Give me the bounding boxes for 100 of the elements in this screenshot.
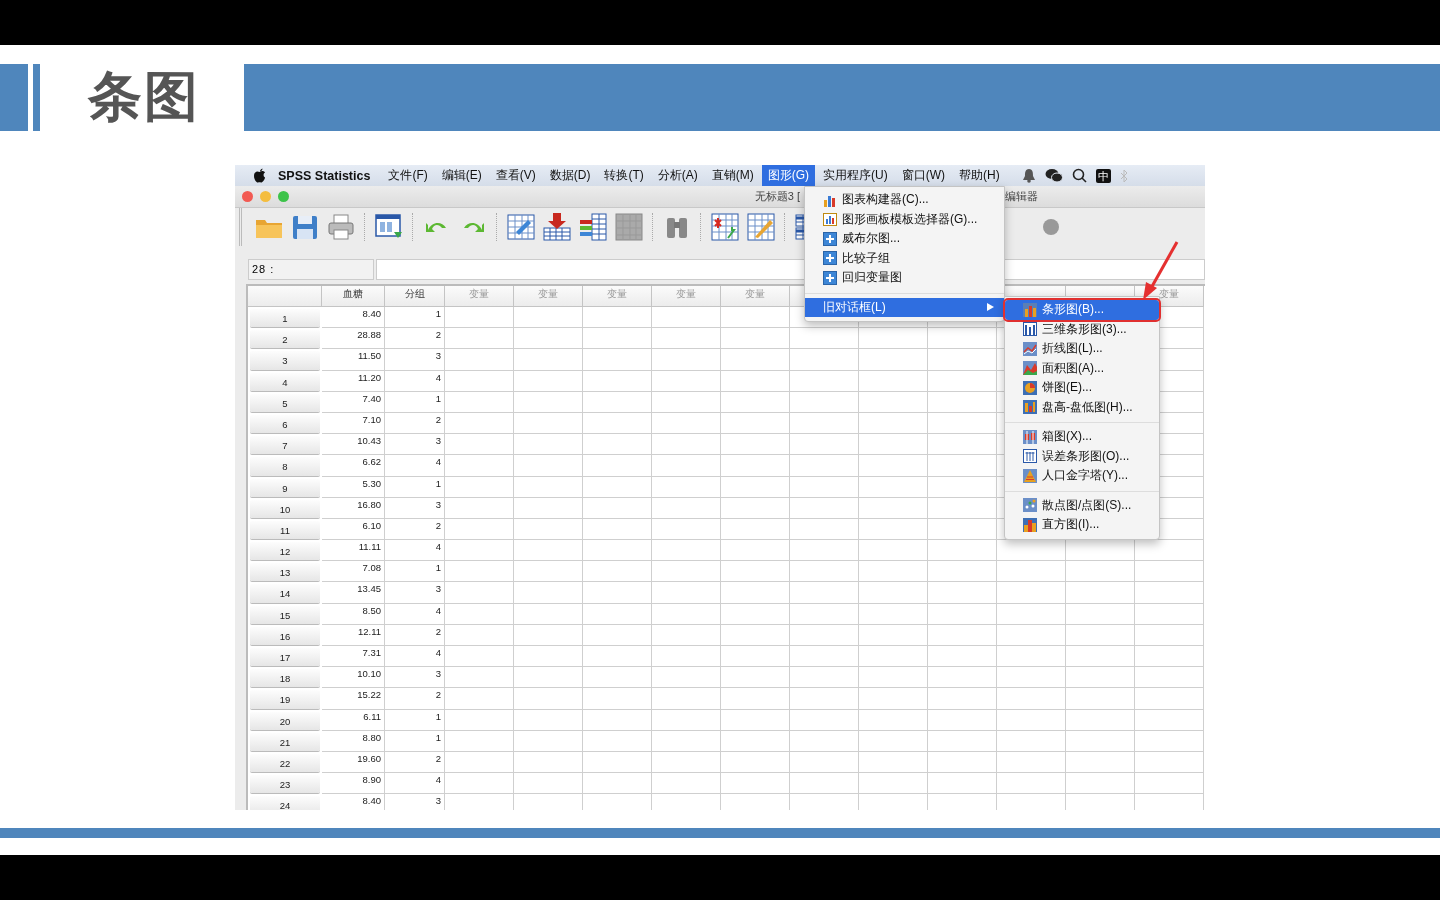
table-cell: 1: [385, 476, 445, 498]
table-cell: 8.90: [322, 773, 385, 795]
row-header[interactable]: 19: [250, 690, 320, 709]
table-cell: 2: [385, 412, 445, 435]
table-cell: 1: [385, 307, 445, 329]
row-header[interactable]: 12: [250, 542, 320, 561]
table-cell: 4: [385, 455, 445, 477]
menu-item[interactable]: 转换(T): [598, 165, 650, 186]
table-cell: 15.22: [322, 688, 385, 710]
table-cell: 6.62: [322, 455, 385, 477]
menu-item[interactable]: 威布尔图...: [805, 229, 1004, 249]
menu-item[interactable]: 回归变量图: [805, 268, 1004, 288]
column-header[interactable]: 血糖: [322, 286, 385, 307]
table-cell: 1: [385, 709, 445, 731]
table-cell: 3: [385, 349, 445, 371]
row-header[interactable]: 11: [250, 520, 320, 540]
menu-item[interactable]: 折线图(L)...: [1005, 339, 1159, 359]
table-cell: 6.11: [322, 709, 385, 731]
row-header[interactable]: 22: [250, 753, 320, 773]
row-header[interactable]: 23: [250, 775, 320, 794]
row-header[interactable]: 9: [250, 478, 320, 497]
table-cell: 3: [385, 497, 445, 519]
menu-item[interactable]: 盘高-盘低图(H)...: [1005, 397, 1159, 417]
row-header[interactable]: 2: [250, 330, 320, 349]
table-cell: 2: [385, 518, 445, 541]
table-cell: 19.60: [322, 751, 385, 774]
menu-item[interactable]: 面积图(A)...: [1005, 358, 1159, 378]
table-cell: 11.11: [322, 540, 385, 562]
table-cell: 10.10: [322, 667, 385, 689]
menu-item[interactable]: 窗口(W): [895, 165, 952, 186]
table-cell: 7.40: [322, 391, 385, 413]
table-cell: 13.45: [322, 582, 385, 604]
menu-item[interactable]: 箱图(X)...: [1005, 427, 1159, 447]
menu-item[interactable]: 数据(D): [543, 165, 597, 186]
table-cell: 8.80: [322, 730, 385, 752]
row-header[interactable]: 16: [250, 626, 320, 645]
window-title: 无标题3 [: [753, 189, 800, 204]
table-cell: 5.30: [322, 476, 385, 498]
menu-item[interactable]: 帮助(H): [953, 165, 1006, 186]
table-cell: 3: [385, 667, 445, 689]
table-cell: 1: [385, 391, 445, 413]
table-cell: 2: [385, 751, 445, 774]
table-cell: 4: [385, 773, 445, 795]
menu-item[interactable]: 图形(G): [761, 165, 816, 186]
row-header[interactable]: 15: [250, 605, 320, 624]
row-header[interactable]: 21: [250, 732, 320, 751]
row-header[interactable]: 3: [250, 351, 320, 370]
row-header[interactable]: 1: [250, 309, 320, 328]
row-header[interactable]: 6: [250, 414, 320, 434]
table-cell: 4: [385, 646, 445, 668]
menu-item[interactable]: 查看(V): [489, 165, 542, 186]
row-header[interactable]: 20: [250, 711, 320, 730]
menu-item[interactable]: 误差条形图(O)...: [1005, 446, 1159, 466]
row-header[interactable]: 5: [250, 393, 320, 412]
table-cell: 8.40: [322, 307, 385, 329]
row-header[interactable]: 18: [250, 669, 320, 688]
table-cell: 11.20: [322, 370, 385, 392]
menu-item[interactable]: 实用程序(U): [817, 165, 894, 186]
table-cell: 1: [385, 730, 445, 752]
menu-item[interactable]: 三维条形图(3)...: [1005, 319, 1159, 339]
row-header[interactable]: 8: [250, 457, 320, 476]
menu-item[interactable]: 人口金字塔(Y)...: [1005, 466, 1159, 486]
table-cell: 7.31: [322, 646, 385, 668]
column-header[interactable]: 分组: [385, 286, 445, 307]
menu-item[interactable]: 直销(M): [705, 165, 760, 186]
menu-item[interactable]: 图表构建器(C)...: [805, 190, 1004, 210]
window-title: 编辑器: [1005, 189, 1038, 204]
table-cell: 2: [385, 624, 445, 646]
row-header[interactable]: 13: [250, 563, 320, 582]
menu-item[interactable]: 直方图(I)...: [1005, 515, 1159, 535]
menu-item[interactable]: 散点图/点图(S)...: [1005, 495, 1159, 515]
table-cell: 3: [385, 794, 445, 810]
row-header[interactable]: 17: [250, 648, 320, 667]
row-header[interactable]: 14: [250, 584, 320, 603]
menu-item[interactable]: 旧对话框(L): [805, 297, 1004, 317]
table-cell: 11.50: [322, 349, 385, 371]
row-header[interactable]: 4: [250, 372, 320, 391]
row-header[interactable]: 10: [250, 499, 320, 518]
table-cell: 4: [385, 603, 445, 625]
table-cell: 4: [385, 540, 445, 562]
input-method-indicator[interactable]: 中: [1095, 168, 1111, 183]
menu-item[interactable]: 编辑(E): [435, 165, 488, 186]
table-cell: 3: [385, 434, 445, 456]
table-cell: 2: [385, 688, 445, 710]
table-cell: 2: [385, 328, 445, 350]
menu-item[interactable]: 文件(F): [382, 165, 434, 186]
app-name: SPSS Statistics: [278, 168, 371, 183]
menu-item[interactable]: 分析(A): [651, 165, 704, 186]
menu-item[interactable]: 图形画板模板选择器(G)...: [805, 209, 1004, 229]
table-cell: 8.40: [322, 794, 385, 810]
table-cell: 7.10: [322, 412, 385, 435]
row-header[interactable]: 24: [250, 796, 320, 810]
menu-item[interactable]: 比较子组: [805, 248, 1004, 268]
table-cell: 28.88: [322, 328, 385, 350]
menu-item[interactable]: 饼图(E)...: [1005, 378, 1159, 398]
table-cell: 8.50: [322, 603, 385, 625]
table-cell: 10.43: [322, 434, 385, 456]
table-cell: 6.10: [322, 518, 385, 541]
menu-item[interactable]: 条形图(B)...: [1005, 300, 1159, 320]
row-header[interactable]: 7: [250, 436, 320, 455]
